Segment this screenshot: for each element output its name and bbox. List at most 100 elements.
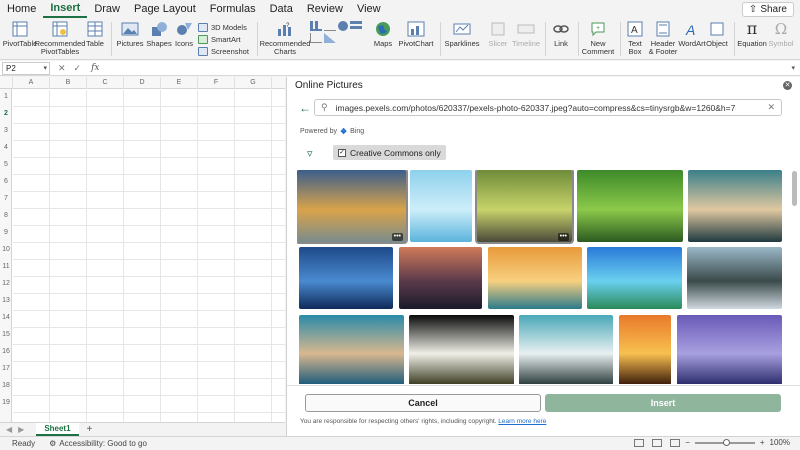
screenshot-button[interactable]: Screenshot — [198, 47, 249, 56]
row-header[interactable]: 11 — [0, 263, 12, 270]
worksheet-grid[interactable]: A B C D E F G 1 2 3 4 5 6 7 8 9 10 11 12 13 14 15 16 17 1… — [0, 77, 285, 422]
row-header[interactable]: 18 — [0, 382, 12, 389]
pie-chart-icon[interactable] — [338, 21, 348, 31]
icons-button[interactable]: Icons — [174, 20, 194, 48]
slicer-button[interactable]: Slicer — [488, 20, 508, 48]
area-chart-icon[interactable] — [324, 33, 336, 43]
row-header[interactable]: 2 — [0, 110, 12, 117]
table-button[interactable]: Table — [84, 20, 106, 48]
page-break-view-icon[interactable] — [670, 439, 680, 447]
tab-insert[interactable]: Insert — [43, 0, 88, 18]
zoom-out-button[interactable]: − — [685, 438, 690, 447]
creative-commons-filter[interactable]: ✓ Creative Commons only — [333, 145, 446, 160]
bar-chart-icon[interactable] — [350, 21, 362, 31]
column-header[interactable]: D — [124, 77, 161, 89]
zoom-slider[interactable] — [694, 438, 755, 446]
maps-button[interactable]: Maps — [372, 20, 394, 48]
add-sheet-button[interactable]: + — [87, 424, 93, 435]
row-header[interactable]: 13 — [0, 297, 12, 304]
column-header[interactable]: F — [198, 77, 235, 89]
search-input[interactable]: ⚲ images.pexels.com/photos/620337/pexels… — [314, 99, 782, 116]
image-result-purple-sea-figure[interactable] — [677, 315, 782, 384]
more-options-icon[interactable]: ••• — [391, 233, 403, 241]
image-result-blue-night-sky[interactable] — [299, 247, 393, 309]
cancel-icon[interactable]: ✕ — [58, 63, 66, 74]
column-header[interactable]: C — [87, 77, 124, 89]
row-header[interactable]: 10 — [0, 246, 12, 253]
back-arrow-icon[interactable]: ← — [299, 101, 311, 115]
insert-button[interactable]: Insert — [545, 394, 781, 412]
clear-icon[interactable]: ✕ — [767, 102, 775, 113]
enter-check-icon[interactable]: ✓ — [74, 63, 82, 74]
recommended-charts-button[interactable]: ? Recommended Charts — [260, 20, 311, 56]
image-result-green-forest-path[interactable] — [577, 170, 683, 242]
zoom-slider-handle[interactable] — [722, 438, 730, 446]
3d-models-button[interactable]: 3D Models — [198, 23, 247, 32]
accessibility-status[interactable]: ⚙ Accessibility: Good to go — [49, 439, 147, 448]
object-button[interactable]: Object — [706, 20, 728, 48]
results-scrollbar[interactable] — [792, 167, 797, 382]
recommended-pivottables-button[interactable]: Recommended PivotTables — [35, 20, 85, 56]
new-comment-button[interactable]: + New Comment — [582, 20, 614, 56]
row-header[interactable]: 3 — [0, 127, 12, 134]
row-header[interactable]: 19 — [0, 399, 12, 406]
column-header[interactable]: E — [161, 77, 198, 89]
cancel-button[interactable]: Cancel — [305, 394, 541, 412]
line-chart-icon[interactable] — [324, 21, 336, 31]
more-options-icon[interactable]: ••• — [557, 233, 569, 241]
learn-more-link[interactable]: Learn more here — [498, 418, 546, 425]
image-result-aerial-coast[interactable] — [299, 315, 404, 384]
smartart-button[interactable]: SmartArt — [198, 35, 241, 44]
image-result-dusk-trees[interactable] — [399, 247, 482, 309]
sparklines-button[interactable]: Sparklines — [444, 20, 480, 48]
column-header[interactable]: B — [50, 77, 87, 89]
tab-data[interactable]: Data — [263, 0, 300, 18]
tab-view[interactable]: View — [350, 0, 388, 18]
header-footer-button[interactable]: Header & Footer — [648, 20, 678, 56]
normal-view-icon[interactable] — [634, 439, 644, 447]
text-box-button[interactable]: A Text Box — [624, 20, 646, 56]
pictures-button[interactable]: Pictures — [116, 20, 144, 48]
row-header[interactable]: 8 — [0, 212, 12, 219]
row-header[interactable]: 5 — [0, 161, 12, 168]
insert-function-button[interactable]: fx — [91, 63, 99, 73]
wordart-button[interactable]: A WordArt — [678, 20, 705, 48]
next-sheet-icon[interactable]: ▶ — [18, 425, 24, 434]
row-header[interactable]: 7 — [0, 195, 12, 202]
symbol-button[interactable]: Ω Symbol — [768, 20, 794, 48]
scrollbar-thumb[interactable] — [792, 171, 797, 206]
tab-formulas[interactable]: Formulas — [203, 0, 263, 18]
pivottable-button[interactable]: PivotTable — [3, 20, 37, 48]
expand-formula-bar-icon[interactable]: ▾ — [791, 64, 795, 72]
image-result-orange-sunset-road[interactable] — [619, 315, 671, 384]
zoom-in-button[interactable]: + — [760, 438, 765, 447]
row-header[interactable]: 17 — [0, 365, 12, 372]
share-button[interactable]: ⇧ Share — [741, 2, 794, 17]
image-result-beach-teal-sky[interactable] — [519, 315, 613, 384]
equation-button[interactable]: π Equation — [737, 20, 767, 48]
row-header[interactable]: 9 — [0, 229, 12, 236]
image-result-road-forest[interactable]: ••• — [477, 170, 572, 242]
cell-area[interactable] — [13, 90, 285, 422]
image-result-sunset-beach-clouds[interactable]: ••• — [297, 170, 406, 242]
column-header[interactable]: G — [235, 77, 272, 89]
image-result-road-pines[interactable] — [687, 247, 782, 309]
column-chart-icon[interactable] — [310, 21, 322, 31]
row-header[interactable]: 15 — [0, 331, 12, 338]
row-header[interactable]: 16 — [0, 348, 12, 355]
image-result-white-flowers[interactable] — [409, 315, 514, 384]
column-header[interactable]: A — [13, 77, 50, 89]
image-result-girl-bubbles-sky[interactable] — [410, 170, 472, 242]
name-box[interactable]: P2 ▾ — [2, 61, 50, 75]
tab-page-layout[interactable]: Page Layout — [127, 0, 203, 18]
timeline-button[interactable]: Timeline — [512, 20, 540, 48]
link-button[interactable]: Link — [550, 20, 572, 48]
chart-types-group[interactable] — [310, 21, 370, 43]
scatter-chart-icon[interactable] — [310, 33, 322, 43]
page-layout-view-icon[interactable] — [652, 439, 662, 447]
close-icon[interactable]: ✕ — [783, 81, 792, 90]
row-header[interactable]: 4 — [0, 144, 12, 151]
pivotchart-button[interactable]: PivotChart — [398, 20, 434, 48]
image-result-teal-sunset-sea[interactable] — [688, 170, 782, 242]
shapes-button[interactable]: Shapes — [146, 20, 172, 48]
